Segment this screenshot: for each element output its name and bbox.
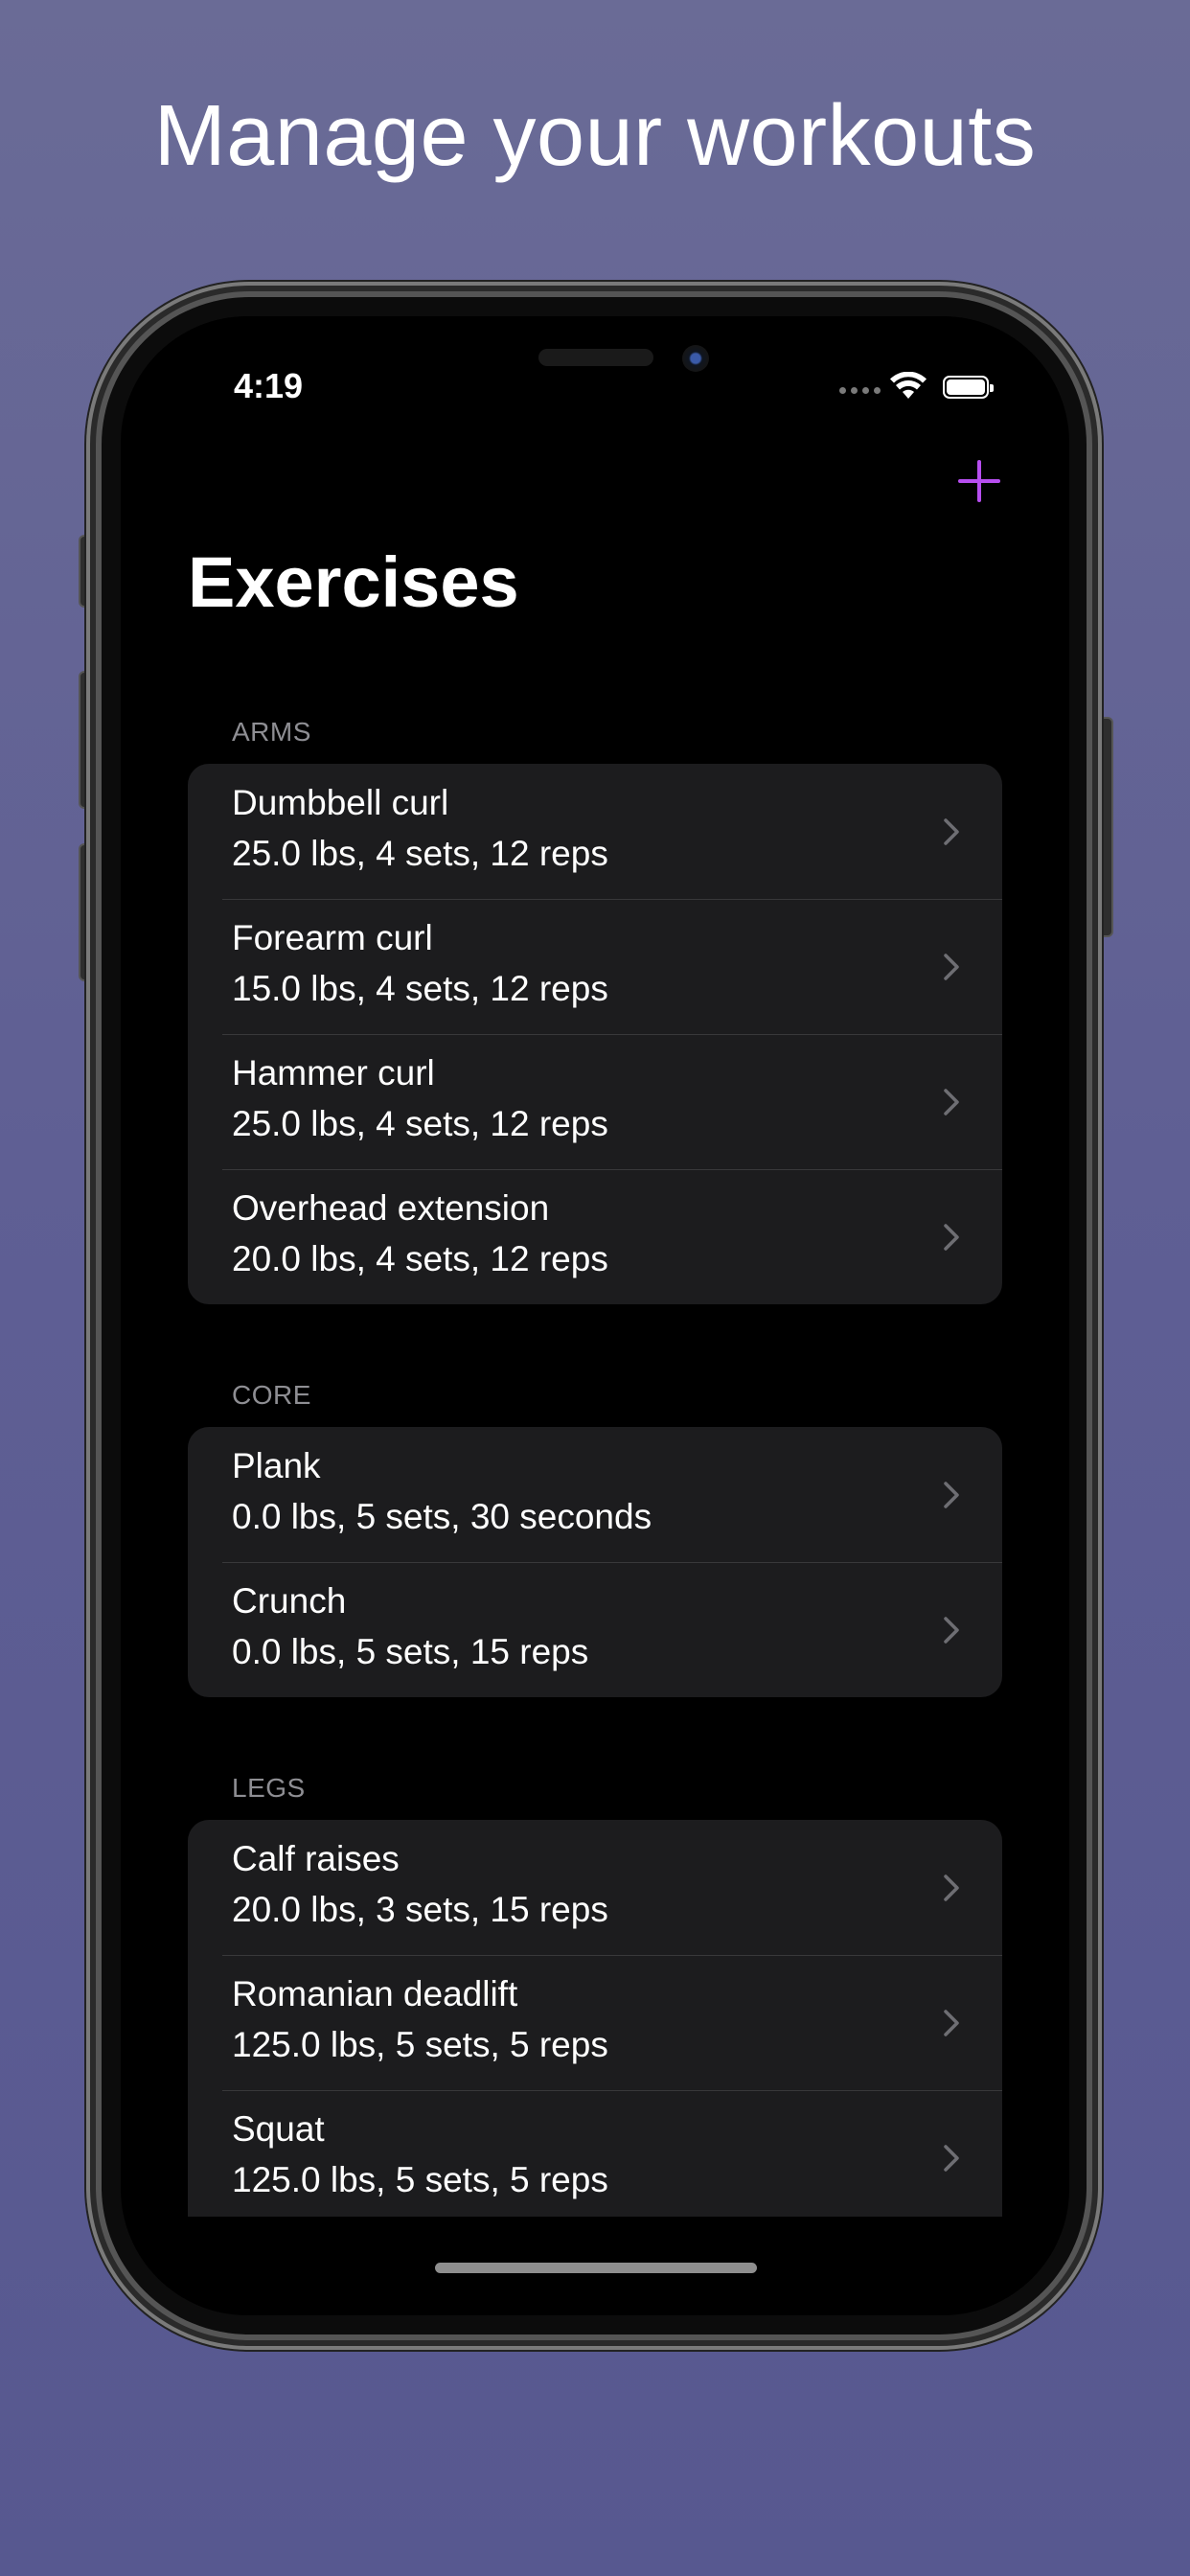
exercise-detail: 25.0 lbs, 4 sets, 12 reps — [232, 1104, 608, 1143]
section-header-legs: LEGS — [232, 1773, 306, 1803]
status-time: 4:19 — [234, 366, 304, 405]
exercise-name: Forearm curl — [232, 918, 433, 957]
exercise-row[interactable]: Dumbbell curl 25.0 lbs, 4 sets, 12 reps — [188, 764, 1002, 899]
exercise-name: Overhead extension — [232, 1188, 550, 1228]
add-exercise-button[interactable] — [956, 458, 1002, 504]
section-header-arms: ARMS — [232, 717, 311, 747]
exercise-detail: 0.0 lbs, 5 sets, 30 seconds — [232, 1497, 652, 1536]
exercise-row[interactable]: Hammer curl 25.0 lbs, 4 sets, 12 reps — [188, 1034, 1002, 1169]
section-arms-list: Dumbbell curl 25.0 lbs, 4 sets, 12 reps … — [188, 764, 1002, 1304]
cellular-signal-icon — [839, 387, 881, 394]
exercise-name: Plank — [232, 1446, 321, 1485]
exercise-row[interactable]: Overhead extension 20.0 lbs, 4 sets, 12 … — [188, 1169, 1002, 1304]
exercise-row[interactable]: Forearm curl 15.0 lbs, 4 sets, 12 reps — [188, 899, 1002, 1034]
exercise-name: Dumbbell curl — [232, 783, 449, 822]
promo-headline: Manage your workouts — [153, 88, 1037, 184]
exercise-detail: 0.0 lbs, 5 sets, 15 reps — [232, 1632, 589, 1671]
chevron-right-icon — [944, 1874, 959, 1901]
section-core-list: Plank 0.0 lbs, 5 sets, 30 seconds Crunch… — [188, 1427, 1002, 1697]
section-header-core: CORE — [232, 1380, 311, 1410]
exercise-detail: 15.0 lbs, 4 sets, 12 reps — [232, 969, 608, 1008]
exercise-detail: 125.0 lbs, 5 sets, 5 reps — [232, 2160, 608, 2199]
chevron-right-icon — [944, 818, 959, 845]
status-icons — [839, 372, 1002, 402]
earpiece-speaker — [538, 349, 653, 366]
front-camera — [682, 345, 709, 372]
chevron-right-icon — [944, 1482, 959, 1508]
exercise-row[interactable]: Plank 0.0 lbs, 5 sets, 30 seconds — [188, 1427, 1002, 1562]
exercise-row[interactable]: Crunch 0.0 lbs, 5 sets, 15 reps — [188, 1562, 1002, 1697]
chevron-right-icon — [944, 1224, 959, 1251]
section-legs-list: Calf raises 20.0 lbs, 3 sets, 15 reps Ro… — [188, 1820, 1002, 2217]
exercise-detail: 25.0 lbs, 4 sets, 12 reps — [232, 834, 608, 873]
exercise-row[interactable]: Calf raises 20.0 lbs, 3 sets, 15 reps — [188, 1820, 1002, 1955]
exercise-detail: 20.0 lbs, 3 sets, 15 reps — [232, 1890, 608, 1929]
exercise-name: Hammer curl — [232, 1053, 435, 1092]
exercise-row[interactable]: Squat 125.0 lbs, 5 sets, 5 reps — [188, 2090, 1002, 2217]
exercise-detail: 20.0 lbs, 4 sets, 12 reps — [232, 1239, 608, 1278]
exercise-detail: 125.0 lbs, 5 sets, 5 reps — [232, 2025, 608, 2064]
exercise-name: Squat — [232, 2109, 325, 2149]
battery-icon — [943, 376, 994, 399]
page-title: Exercises — [188, 542, 519, 622]
exercise-name: Crunch — [232, 1581, 347, 1621]
chevron-right-icon — [944, 2010, 959, 2036]
exercise-name: Calf raises — [232, 1839, 400, 1878]
chevron-right-icon — [944, 954, 959, 980]
chevron-right-icon — [944, 1089, 959, 1116]
chevron-right-icon — [944, 2145, 959, 2172]
exercise-row[interactable]: Romanian deadlift 125.0 lbs, 5 sets, 5 r… — [188, 1955, 1002, 2090]
chevron-right-icon — [944, 1617, 959, 1644]
wifi-icon — [890, 372, 927, 399]
home-indicator[interactable] — [435, 2263, 757, 2273]
exercise-name: Romanian deadlift — [232, 1974, 518, 2013]
